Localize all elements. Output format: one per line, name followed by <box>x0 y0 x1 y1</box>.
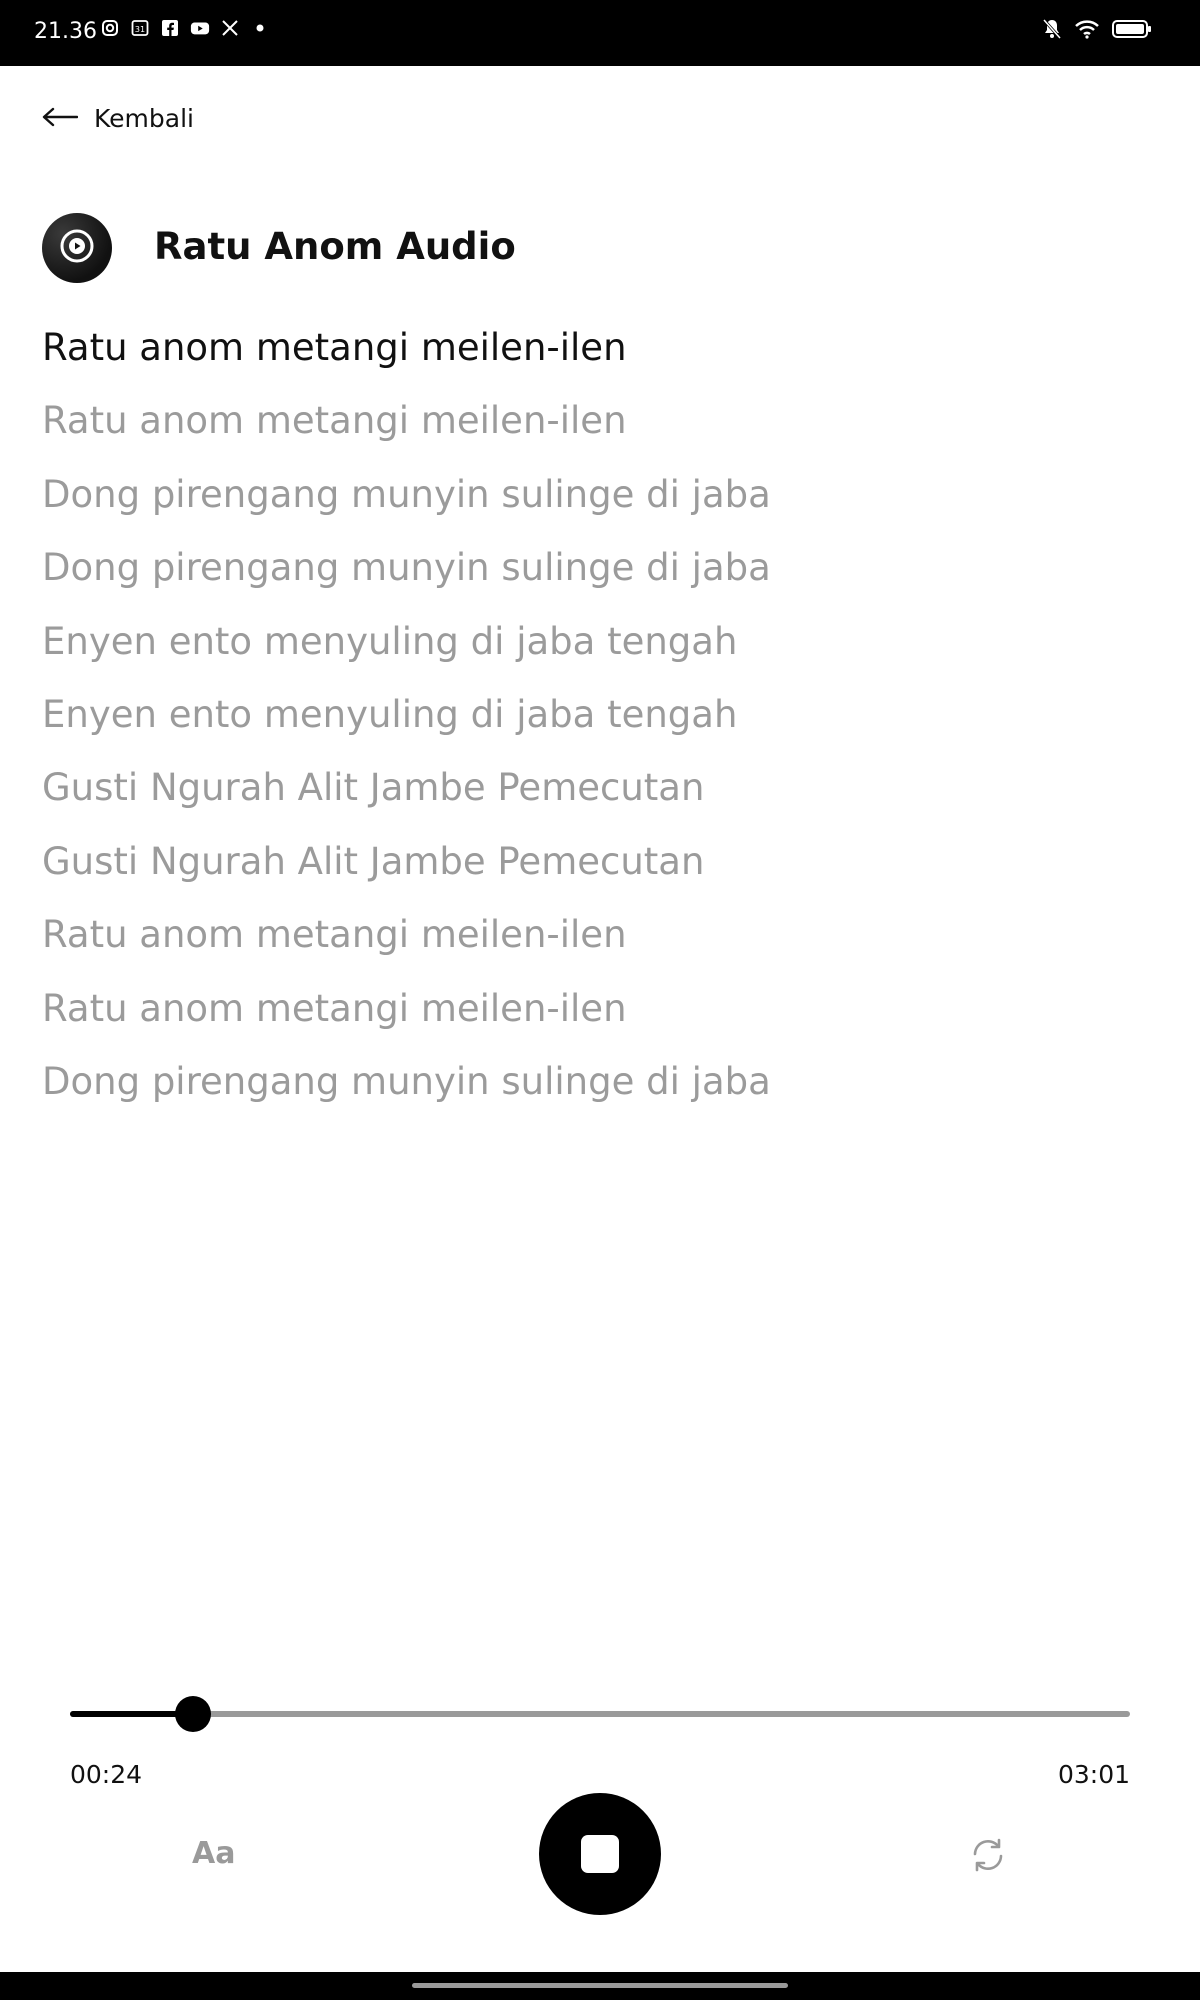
lyric-line[interactable]: Dong pirengang munyin sulinge di jaba <box>42 467 1142 540</box>
font-size-button[interactable]: Aa <box>192 1836 235 1871</box>
x-icon <box>220 18 240 38</box>
calendar-icon: 31 <box>130 18 150 38</box>
lyrics-list: Ratu anom metangi meilen-ilen Ratu anom … <box>42 320 1142 1127</box>
lyric-line-active[interactable]: Ratu anom metangi meilen-ilen <box>42 320 1142 393</box>
notification-icons: 31 <box>100 18 270 38</box>
lyric-line[interactable]: Gusti Ngurah Alit Jambe Pemecutan <box>42 760 1142 833</box>
back-label: Kembali <box>94 104 194 133</box>
home-handle[interactable] <box>412 1983 788 1988</box>
lyric-line[interactable]: Enyen ento menyuling di jaba tengah <box>42 614 1142 687</box>
lyric-line[interactable]: Ratu anom metangi meilen-ilen <box>42 981 1142 1054</box>
status-time: 21.36 <box>34 19 97 44</box>
stop-button[interactable] <box>539 1793 661 1915</box>
progress-handle[interactable] <box>174 1696 211 1732</box>
lyric-line[interactable]: Ratu anom metangi meilen-ilen <box>42 393 1142 466</box>
arrow-left-icon <box>42 107 79 131</box>
channel-avatar <box>42 213 112 283</box>
lyric-line[interactable]: Gusti Ngurah Alit Jambe Pemecutan <box>42 834 1142 907</box>
lyric-line[interactable]: Dong pirengang munyin sulinge di jaba <box>42 1054 1142 1127</box>
status-bar: 21.36 31 <box>0 0 1200 66</box>
youtube-icon <box>190 18 210 38</box>
lyric-line[interactable]: Dong pirengang munyin sulinge di jaba <box>42 540 1142 613</box>
dot-icon <box>250 18 270 38</box>
system-nav-bar <box>0 1972 1200 2000</box>
bell-off-icon <box>1042 18 1062 44</box>
play-circle-icon <box>57 226 97 270</box>
lyric-line[interactable]: Ratu anom metangi meilen-ilen <box>42 907 1142 980</box>
repeat-icon <box>968 1838 1008 1879</box>
current-time: 00:24 <box>70 1760 143 1789</box>
lyric-line[interactable]: Enyen ento menyuling di jaba tengah <box>42 687 1142 760</box>
facebook-icon <box>160 18 180 38</box>
wifi-icon <box>1074 18 1100 44</box>
system-icons <box>1042 18 1152 44</box>
back-button[interactable]: Kembali <box>42 104 194 133</box>
total-time: 03:01 <box>1057 1760 1130 1789</box>
stop-icon <box>581 1835 619 1873</box>
page-title: Ratu Anom Audio <box>154 225 516 268</box>
battery-icon <box>1112 19 1152 43</box>
svg-text:31: 31 <box>135 25 145 34</box>
progress-slider[interactable] <box>70 1696 1130 1732</box>
instagram-icon <box>100 18 120 38</box>
repeat-button[interactable] <box>968 1835 1008 1875</box>
